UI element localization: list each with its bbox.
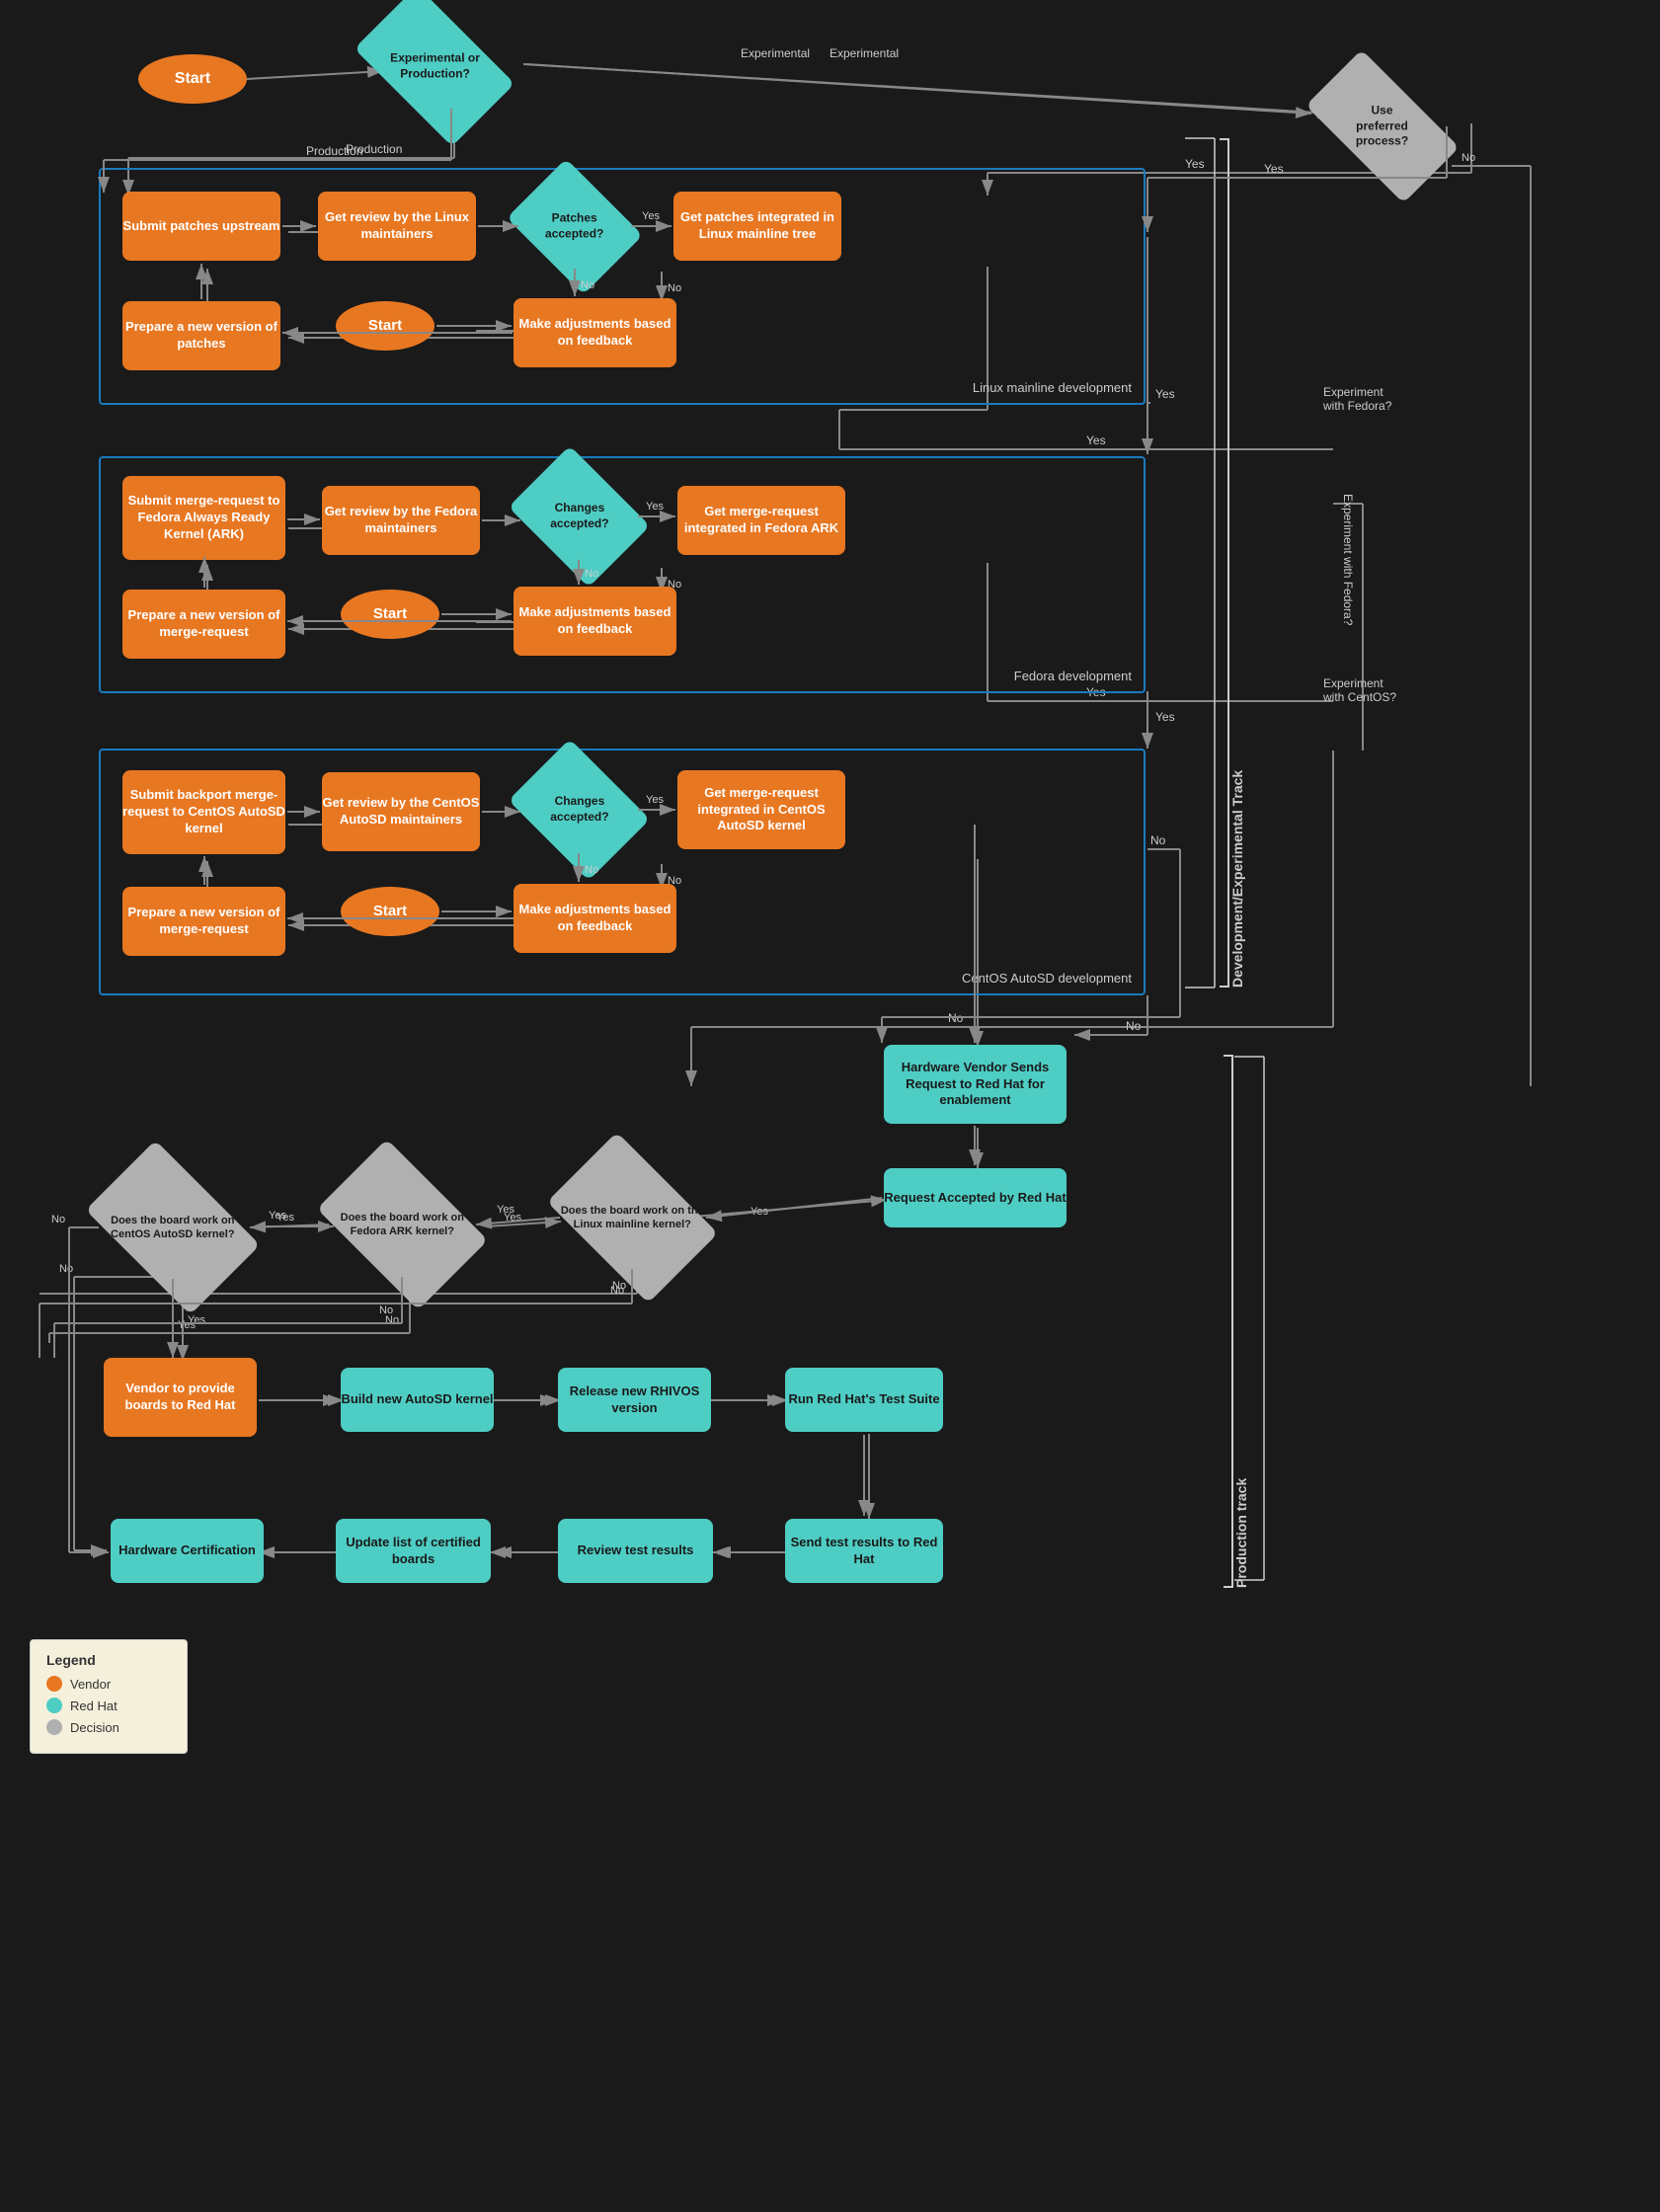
experiment-centos-label: Experimentwith CentOS? <box>1323 676 1396 704</box>
svg-text:Yes: Yes <box>642 210 660 222</box>
decision-exp-prod-label: Experimental orProduction? <box>390 50 480 81</box>
svg-text:Yes: Yes <box>646 794 664 806</box>
vendor-provide-boards: Vendor to provide boards to Red Hat <box>104 1358 257 1437</box>
svg-text:Yes: Yes <box>751 1206 768 1218</box>
prod-track-label: Production track <box>1233 1055 1249 1588</box>
release-rhivos: Release new RHIVOS version <box>558 1368 711 1432</box>
dev-exp-bracket <box>1220 138 1229 988</box>
get-merge-centos: Get merge-request integrated in CentOS A… <box>677 770 845 849</box>
svg-text:No: No <box>612 1280 626 1292</box>
get-merge-fedora: Get merge-request integrated in Fedora A… <box>677 486 845 555</box>
legend-vendor: Vendor <box>46 1676 171 1692</box>
prepare-patches: Prepare a new version of patches <box>122 301 280 370</box>
submit-merge-fedora: Submit merge-request to Fedora Always Re… <box>122 476 285 560</box>
svg-text:Yes: Yes <box>1155 387 1175 401</box>
linux-subgraph-label: Linux mainline development <box>973 380 1132 395</box>
svg-text:Experimental: Experimental <box>741 46 810 60</box>
linux-subgraph: Linux mainline development Submit patche… <box>99 168 1146 405</box>
svg-text:Yes: Yes <box>646 501 664 513</box>
centos-subgraph: CentOS AutoSD development Submit backpor… <box>99 749 1146 995</box>
decision-fedora-kernel: Does the board work on Fedora ARK kernel… <box>317 1139 488 1309</box>
svg-text:No: No <box>59 1263 73 1275</box>
svg-text:Yes: Yes <box>1155 710 1175 724</box>
svg-text:Yes: Yes <box>277 1212 294 1224</box>
svg-text:Yes: Yes <box>497 1204 514 1216</box>
legend-vendor-label: Vendor <box>70 1677 111 1692</box>
legend-title: Legend <box>46 1652 171 1668</box>
legend-redhat: Red Hat <box>46 1698 171 1713</box>
svg-text:No: No <box>51 1214 65 1225</box>
start-label: Start <box>175 69 210 90</box>
get-patches-integrated: Get patches integrated in Linux mainline… <box>673 192 841 261</box>
make-adjustments-fedora: Make adjustments based on feedback <box>514 587 676 656</box>
prod-track-bracket <box>1224 1055 1233 1588</box>
get-review-centos: Get review by the CentOS AutoSD maintain… <box>322 772 480 851</box>
svg-text:Experiment with Fedora?: Experiment with Fedora? <box>1341 494 1355 626</box>
svg-text:No: No <box>379 1304 393 1316</box>
diagram-container: Experimental Production Yes Yes No Yes <box>0 0 1660 2212</box>
svg-text:Yes: Yes <box>1086 434 1106 447</box>
start-node: Start <box>138 54 247 104</box>
legend-decision-label: Decision <box>70 1720 119 1735</box>
review-test-results: Review test results <box>558 1519 713 1583</box>
fedora-subgraph-label: Fedora development <box>1014 669 1132 683</box>
decision-use-preferred: Usepreferredprocess? <box>1305 49 1460 203</box>
prepare-merge-fedora: Prepare a new version of merge-request <box>122 590 285 659</box>
fedora-subgraph: Fedora development Submit merge-request … <box>99 456 1146 693</box>
legend-redhat-label: Red Hat <box>70 1698 118 1713</box>
changes-accepted-fedora: Changesaccepted? <box>509 445 651 588</box>
hardware-certification: Hardware Certification <box>111 1519 264 1583</box>
changes-accepted-centos: Changesaccepted? <box>509 739 651 881</box>
decision-use-preferred-label: Usepreferredprocess? <box>1356 104 1408 150</box>
legend-redhat-dot <box>46 1698 62 1713</box>
svg-text:No: No <box>1126 1019 1142 1033</box>
svg-text:Yes: Yes <box>178 1319 196 1331</box>
centos-subgraph-label: CentOS AutoSD development <box>962 971 1132 986</box>
patches-accepted: Patchesaccepted? <box>507 159 643 295</box>
experiment-fedora-label: Experimentwith Fedora? <box>1323 385 1391 413</box>
request-accepted: Request Accepted by Red Hat <box>884 1168 1067 1227</box>
svg-text:Experimental: Experimental <box>830 46 899 60</box>
build-autosd: Build new AutoSD kernel <box>341 1368 494 1432</box>
svg-text:No: No <box>610 1285 624 1297</box>
make-adjustments-linux: Make adjustments based on feedback <box>514 298 676 367</box>
get-review-linux: Get review by the Linux maintainers <box>318 192 476 261</box>
send-test-results: Send test results to Red Hat <box>785 1519 943 1583</box>
run-test-suite: Run Red Hat's Test Suite <box>785 1368 943 1432</box>
make-adjustments-centos: Make adjustments based on feedback <box>514 884 676 953</box>
svg-text:Yes: Yes <box>1185 157 1205 171</box>
svg-text:No: No <box>385 1314 399 1326</box>
svg-text:Yes: Yes <box>269 1210 286 1222</box>
svg-text:No: No <box>1150 833 1166 847</box>
decision-linux-kernel: Does the board work on the Linux mainlin… <box>547 1132 718 1303</box>
prepare-merge-centos: Prepare a new version of merge-request <box>122 887 285 956</box>
svg-text:No: No <box>1462 152 1475 164</box>
svg-text:Yes: Yes <box>188 1314 205 1326</box>
get-review-fedora: Get review by the Fedora maintainers <box>322 486 480 555</box>
start-linux: Start <box>336 301 435 351</box>
legend-decision: Decision <box>46 1719 171 1735</box>
svg-text:Production: Production <box>306 144 362 158</box>
decision-exp-prod: Experimental orProduction? <box>355 0 515 146</box>
svg-text:Yes: Yes <box>504 1212 521 1224</box>
decision-centos-kernel: Does the board work on CentOS AutoSD ker… <box>86 1141 261 1315</box>
svg-text:Yes: Yes <box>1264 162 1284 176</box>
svg-text:Production: Production <box>346 142 402 156</box>
svg-text:No: No <box>948 1011 964 1025</box>
update-certified-boards: Update list of certified boards <box>336 1519 491 1583</box>
legend: Legend Vendor Red Hat Decision <box>30 1639 188 1754</box>
start-centos: Start <box>341 887 439 936</box>
legend-vendor-dot <box>46 1676 62 1692</box>
submit-backport: Submit backport merge-request to CentOS … <box>122 770 285 854</box>
submit-patches: Submit patches upstream <box>122 192 280 261</box>
dev-exp-track-label: Development/Experimental Track <box>1229 138 1245 988</box>
hw-vendor-sends: Hardware Vendor Sends Request to Red Hat… <box>884 1045 1067 1124</box>
legend-decision-dot <box>46 1719 62 1735</box>
start-fedora: Start <box>341 590 439 639</box>
